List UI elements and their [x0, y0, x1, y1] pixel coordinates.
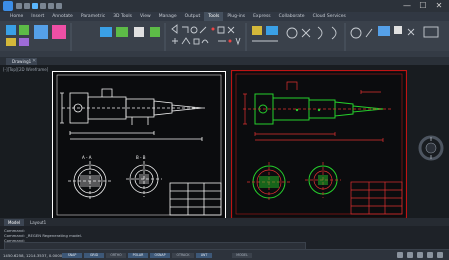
rotate-icon — [190, 26, 198, 34]
redo-icon[interactable] — [48, 3, 54, 9]
document-tab-bar: Drawing1 ✕ — [0, 57, 449, 65]
close-button[interactable]: ✕ — [431, 0, 447, 12]
scale-icon — [193, 38, 200, 45]
palette-icon[interactable] — [52, 25, 66, 39]
tab-3d-tools[interactable]: 3D Tools — [109, 12, 136, 21]
app-logo-icon[interactable] — [3, 1, 13, 11]
status-icons — [397, 252, 443, 258]
tab-tools[interactable]: Tools — [204, 12, 224, 21]
quick-access-toolbar — [16, 3, 62, 9]
move-icon — [171, 24, 178, 34]
new-file-icon[interactable] — [16, 3, 22, 9]
tab-model[interactable]: Model — [4, 219, 25, 226]
quick-select-icon[interactable] — [378, 26, 390, 36]
ribbon-tab-bar: Home Insert Annotate Parametric 3D Tools… — [0, 12, 449, 21]
calculator-icon[interactable] — [394, 26, 402, 34]
tab-plug-ins[interactable]: Plug-ins — [223, 12, 249, 21]
sheet-white-graphics: A - A B - B — [52, 71, 226, 220]
layer-tool-icon[interactable] — [19, 25, 29, 35]
osnap-toggle[interactable]: OSNAP — [150, 253, 170, 258]
tab-view[interactable]: View — [136, 12, 155, 21]
layout-tab-bar: Model Layout1 — [0, 218, 449, 226]
close-icon[interactable]: ✕ — [32, 58, 36, 65]
measure-icon — [350, 27, 362, 39]
isolate-icon[interactable] — [427, 252, 433, 258]
grid-toggle[interactable]: GRID — [84, 253, 104, 258]
match-props-icon[interactable] — [34, 25, 48, 39]
coordinates-readout: 1450.6258, 1214.3537, 0.0000 — [3, 253, 63, 258]
tab-express[interactable]: Express — [249, 12, 275, 21]
lineweight-toggle[interactable]: LWT — [196, 253, 212, 258]
arc-tool-icon — [317, 26, 323, 40]
extend-icon — [172, 38, 178, 44]
model-space-toggle[interactable]: MODEL — [232, 253, 252, 258]
tab-annotate[interactable]: Annotate — [48, 12, 77, 21]
circle-tool-icon — [286, 27, 298, 39]
mirror-icon — [181, 37, 191, 45]
fillet-icon — [201, 39, 209, 44]
minimize-button[interactable]: — — [399, 0, 415, 12]
lock-icon[interactable] — [417, 252, 423, 258]
tab-insert[interactable]: Insert — [27, 12, 48, 21]
array-icon — [217, 26, 225, 34]
explode-icon — [227, 26, 235, 34]
tab-output[interactable]: Output — [181, 12, 205, 21]
layer-props-icon[interactable] — [252, 26, 262, 35]
table-tool-icon[interactable] — [134, 27, 144, 37]
save-icon[interactable] — [32, 3, 38, 9]
tab-parametric[interactable]: Parametric — [77, 12, 109, 21]
text-tool-icon[interactable] — [116, 27, 128, 37]
drawing-canvas[interactable]: [-][Top][2D Wireframe] A - A B - B — [0, 65, 449, 221]
ortho-toggle[interactable]: ORTHO — [106, 253, 126, 258]
properties-tool-icon[interactable] — [19, 38, 29, 46]
copy-icon — [182, 26, 189, 33]
clean-screen-icon[interactable] — [437, 252, 443, 258]
maximize-button[interactable]: ☐ — [415, 0, 431, 12]
status-bar: 1450.6258, 1214.3537, 0.0000 SNAP GRID O… — [0, 249, 449, 260]
svg-text:B - B: B - B — [136, 155, 146, 160]
sheet-red-graphics — [231, 70, 407, 220]
block-tool-icon[interactable] — [6, 38, 16, 46]
window-controls: — ☐ ✕ — [399, 0, 447, 12]
view-navigation-ring[interactable] — [418, 135, 444, 161]
tab-layout1[interactable]: Layout1 — [26, 219, 50, 226]
app-window: — ☐ ✕ Home Insert Annotate Parametric 3D… — [0, 0, 449, 260]
snap-toggle[interactable]: SNAP — [62, 253, 82, 258]
trim-icon — [199, 26, 207, 34]
stretch-icon — [235, 37, 241, 46]
tab-home[interactable]: Home — [6, 12, 27, 21]
tab-manage[interactable]: Manage — [155, 12, 181, 21]
viewport-label[interactable]: [-][Top][2D Wireframe] — [3, 67, 48, 72]
open-file-icon[interactable] — [24, 3, 30, 9]
dimension-tool-icon[interactable] — [100, 27, 112, 37]
view-cube-icon — [423, 26, 439, 38]
command-window: Command: Command: _REGEN Regenerating mo… — [0, 226, 449, 250]
tab-cloud-services[interactable]: Cloud Services — [309, 12, 350, 21]
ribbon-panel — [0, 21, 449, 58]
svg-text:A - A: A - A — [82, 155, 92, 160]
otrack-toggle[interactable]: OTRACK — [172, 253, 194, 258]
drawing-sheet-white[interactable]: A - A B - B — [52, 71, 226, 221]
ribbon-tool-icons — [0, 23, 449, 57]
polar-toggle[interactable]: POLAR — [128, 253, 148, 258]
drawing-sheet-red[interactable] — [231, 70, 407, 220]
hatch-tool-icon[interactable] — [150, 27, 160, 37]
draw-tool-icon[interactable] — [6, 25, 16, 35]
print-icon[interactable] — [56, 3, 62, 9]
layer-state-icon[interactable] — [266, 26, 278, 35]
tab-collaborate[interactable]: Collaborate — [275, 12, 309, 21]
annotation-scale-icon[interactable] — [397, 252, 403, 258]
compass-icon[interactable] — [418, 135, 444, 161]
undo-icon[interactable] — [40, 3, 46, 9]
workspace-icon[interactable] — [407, 252, 413, 258]
